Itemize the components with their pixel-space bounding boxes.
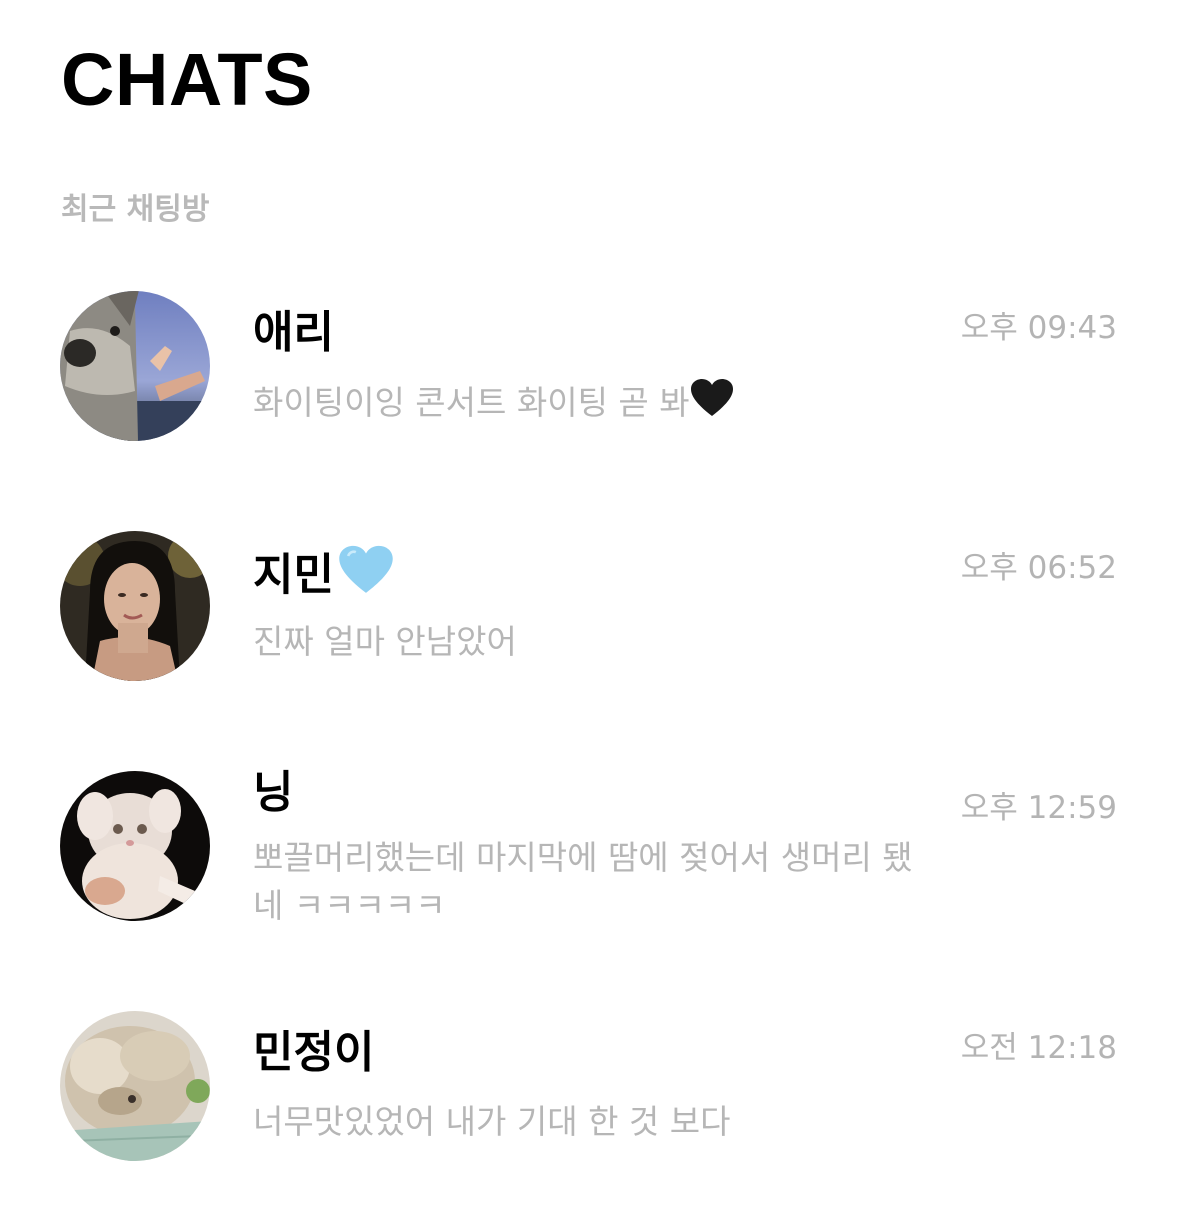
chat-name-text: 민정이	[253, 1027, 375, 1078]
chat-preview-text: 뽀끌머리했는데 마지막에 땀에 젖어서 생머리 됐네 ㅋㅋㅋㅋㅋ	[253, 838, 913, 925]
chat-preview: 뽀끌머리했는데 마지막에 땀에 젖어서 생머리 됐네 ㅋㅋㅋㅋㅋ	[253, 834, 913, 930]
chat-time: 오전 12:18	[960, 1030, 1117, 1066]
woman-portrait-photo	[60, 531, 210, 681]
avatar[interactable]	[60, 771, 210, 921]
chat-name: 민정이	[253, 1024, 374, 1082]
chat-name: 애리	[253, 304, 334, 362]
chat-time: 오후 12:59	[960, 790, 1117, 826]
chat-name-text: 지민	[253, 549, 334, 601]
chat-name-text: 닝	[253, 767, 294, 818]
light-blue-heart-icon	[338, 544, 394, 611]
chat-row[interactable]: 지민 오후 06:52 진짜 얼마 안남았어	[0, 530, 1179, 740]
avatar[interactable]	[60, 531, 210, 681]
avatar[interactable]	[60, 291, 210, 441]
chat-row[interactable]: 민정이 오전 12:18 너무맛있었어 내가 기대 한 것 보다	[0, 1010, 1179, 1220]
chat-time: 오후 06:52	[960, 550, 1117, 586]
chat-time: 오후 09:43	[960, 310, 1117, 346]
chat-preview-text: 화이팅이잉 콘서트 화이팅 곧 봐	[253, 383, 690, 422]
avatar[interactable]	[60, 1011, 210, 1161]
chat-preview-text: 너무맛있었어 내가 기대 한 것 보다	[253, 1102, 731, 1141]
chat-preview: 너무맛있었어 내가 기대 한 것 보다	[253, 1098, 913, 1146]
chat-preview: 화이팅이잉 콘서트 화이팅 곧 봐	[253, 378, 913, 431]
black-heart-icon	[690, 378, 734, 431]
section-label-recent-chats: 최근 채팅방	[61, 192, 210, 227]
chat-name-text: 애리	[253, 307, 334, 358]
chat-preview-text: 진짜 얼마 안남았어	[253, 622, 517, 661]
page-title: CHATS	[61, 38, 313, 121]
fluffy-cat-photo	[60, 771, 210, 921]
dog-beach-photo	[60, 291, 210, 441]
chat-name: 닝	[253, 764, 293, 822]
chat-preview: 진짜 얼마 안남았어	[253, 618, 913, 666]
sleeping-puppy-photo	[60, 1011, 210, 1161]
chat-name: 지민	[253, 544, 394, 611]
chat-row[interactable]: 닝 오후 12:59 뽀끌머리했는데 마지막에 땀에 젖어서 생머리 됐네 ㅋㅋ…	[0, 767, 1179, 980]
chat-row[interactable]: 애리 오후 09:43 화이팅이잉 콘서트 화이팅 곧 봐	[0, 290, 1179, 500]
